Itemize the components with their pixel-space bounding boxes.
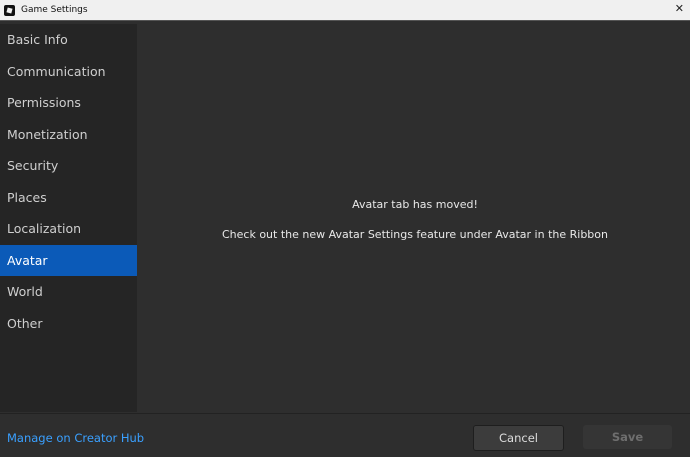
sidebar-item-world[interactable]: World: [0, 276, 137, 308]
creator-hub-link[interactable]: Manage on Creator Hub: [7, 431, 144, 445]
sidebar-item-other[interactable]: Other: [0, 308, 137, 340]
sidebar: Basic Info Communication Permissions Mon…: [0, 24, 137, 412]
sidebar-item-communication[interactable]: Communication: [0, 56, 137, 88]
sidebar-item-permissions[interactable]: Permissions: [0, 87, 137, 119]
close-icon[interactable]: ✕: [675, 2, 684, 15]
cancel-button[interactable]: Cancel: [473, 425, 564, 451]
sidebar-item-places[interactable]: Places: [0, 182, 137, 214]
sidebar-item-avatar[interactable]: Avatar: [0, 245, 137, 277]
app-logo-icon: [4, 5, 15, 16]
save-button[interactable]: Save: [583, 425, 672, 449]
sidebar-item-localization[interactable]: Localization: [0, 213, 137, 245]
moved-hint: Check out the new Avatar Settings featur…: [140, 228, 690, 241]
sidebar-item-monetization[interactable]: Monetization: [0, 119, 137, 151]
footer: Manage on Creator Hub Cancel Save: [0, 413, 690, 457]
sidebar-item-security[interactable]: Security: [0, 150, 137, 182]
title-bar: Game Settings ✕: [0, 0, 690, 21]
window-title: Game Settings: [21, 5, 88, 15]
sidebar-item-basic-info[interactable]: Basic Info: [0, 24, 137, 56]
main-panel: Avatar tab has moved! Check out the new …: [140, 24, 690, 412]
moved-message: Avatar tab has moved!: [140, 198, 690, 211]
